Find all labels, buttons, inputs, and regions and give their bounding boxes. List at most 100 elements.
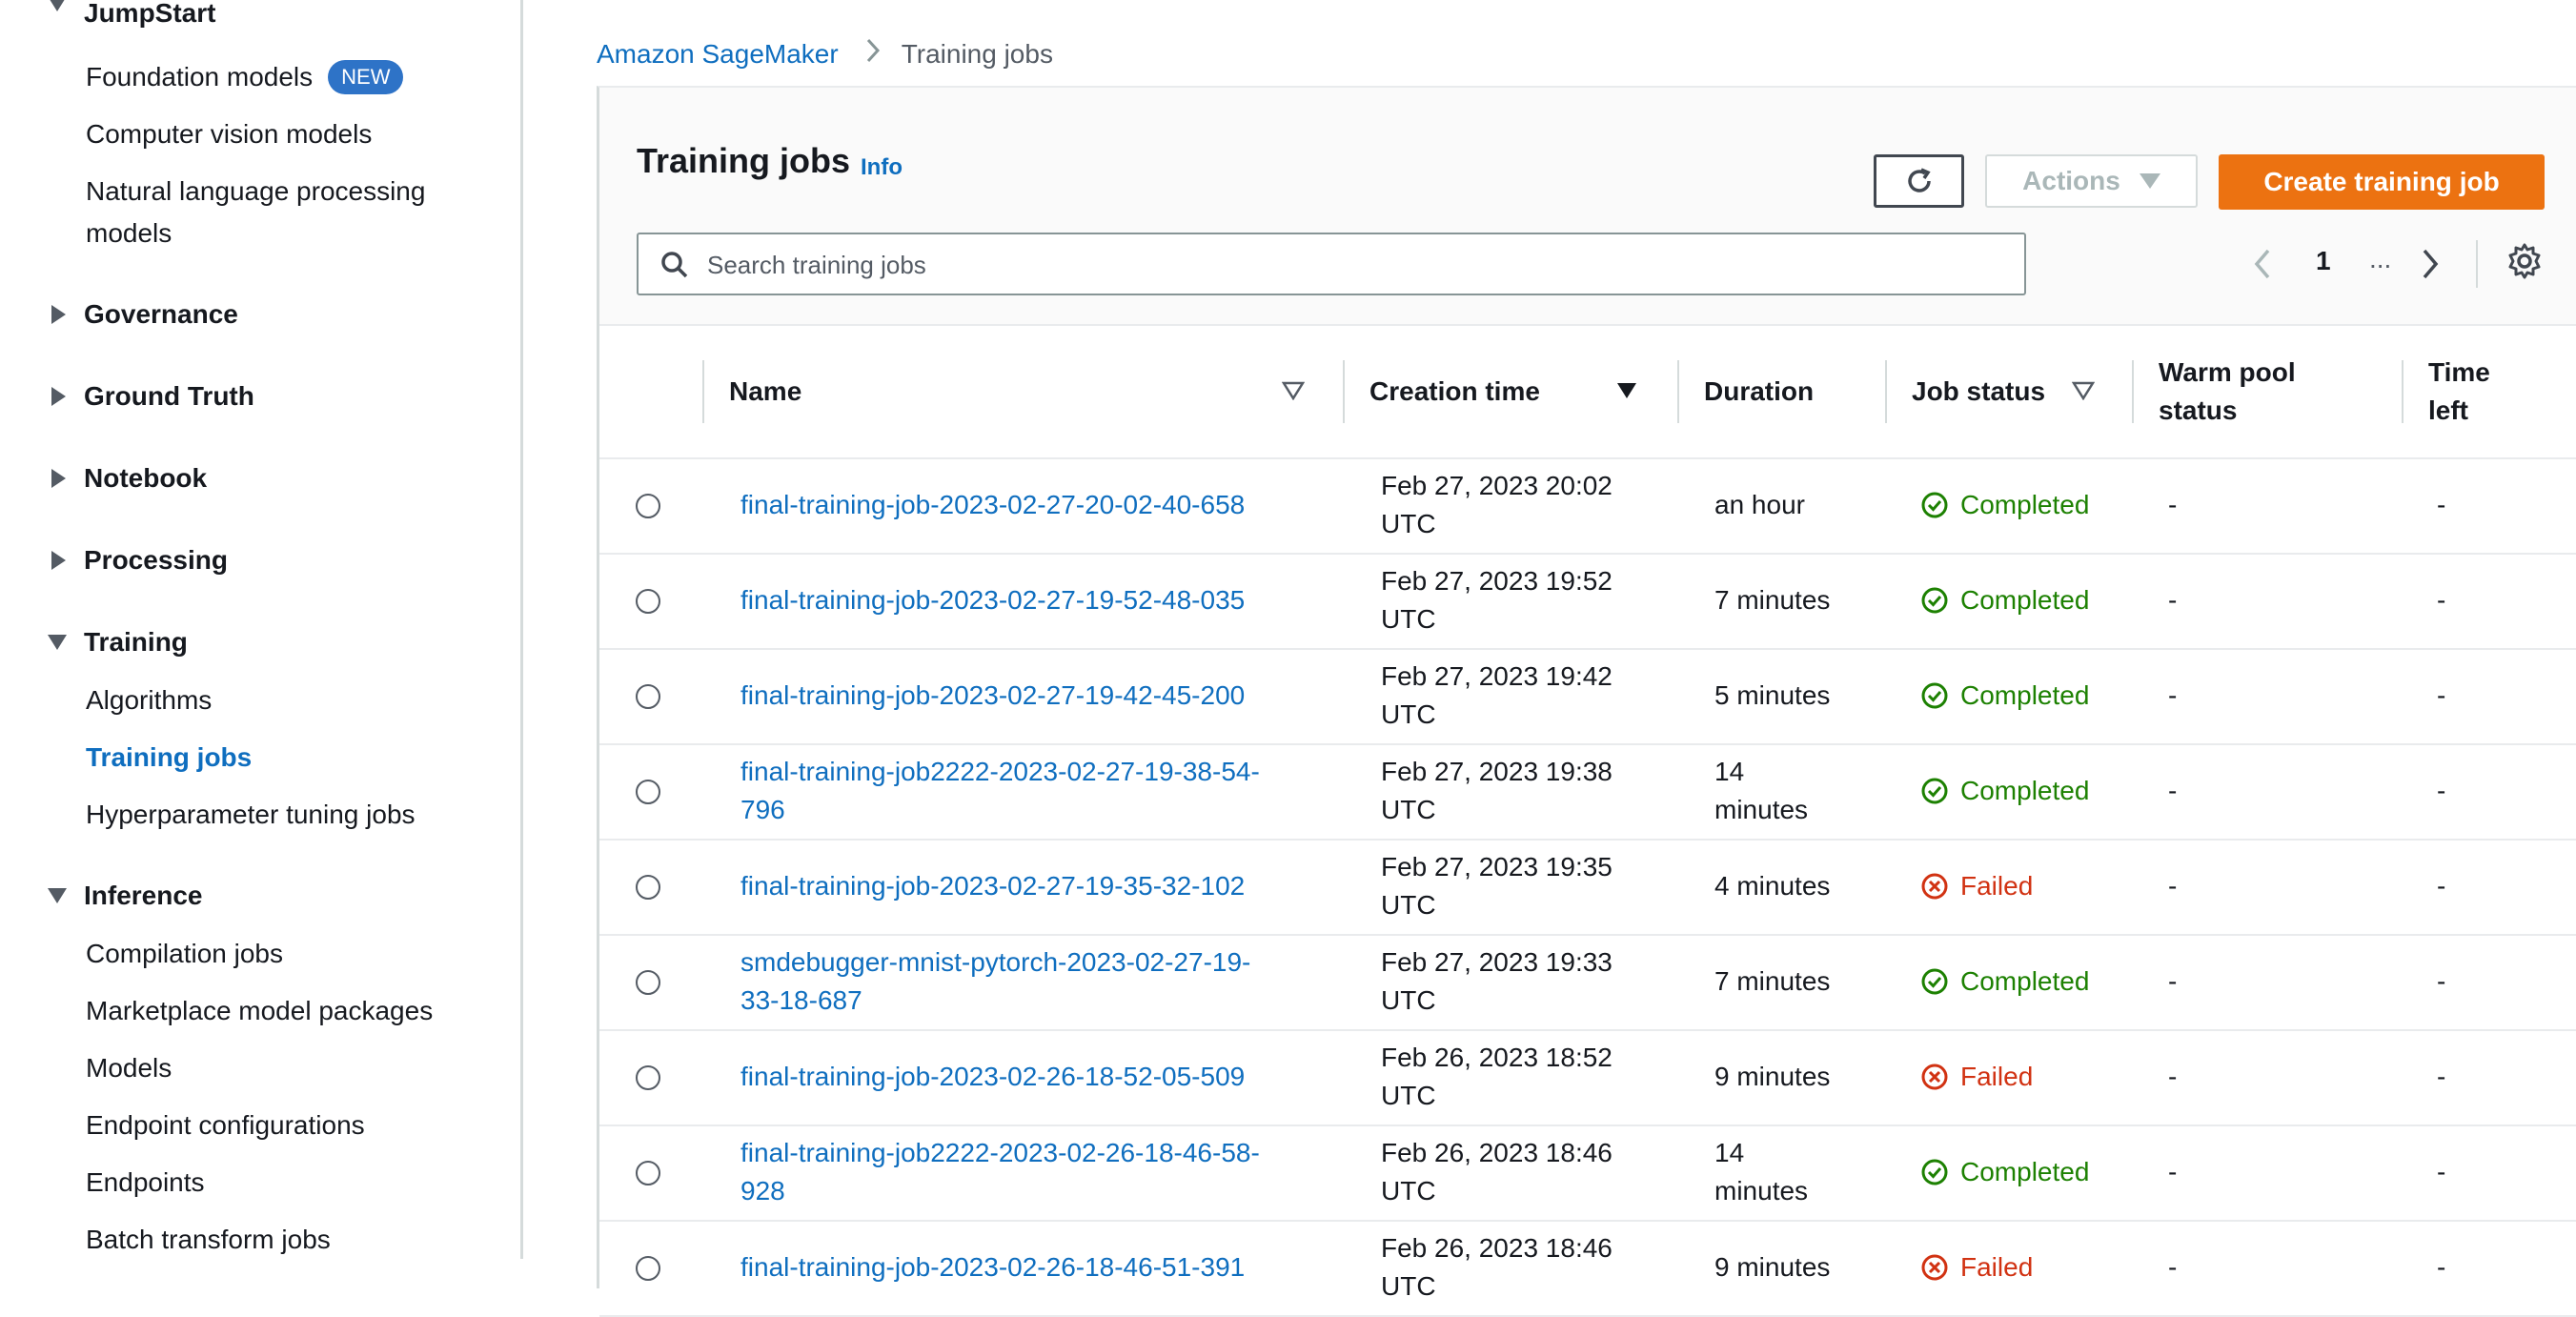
column-header-label: status xyxy=(2159,395,2238,425)
caret-right-icon xyxy=(51,551,66,570)
job-name-link[interactable]: final-training-job2222-2023-02-26-18-46-… xyxy=(740,1134,1260,1172)
creation-time-value: Feb 26, 2023 18:46 xyxy=(1381,1233,1613,1263)
search-box[interactable] xyxy=(637,233,2026,295)
job-name-link[interactable]: final-training-job-2023-02-26-18-52-05-5… xyxy=(740,1058,1245,1096)
sort-icon[interactable] xyxy=(2072,381,2095,400)
row-select-radio[interactable] xyxy=(636,875,660,900)
breadcrumb-link-sagemaker[interactable]: Amazon SageMaker xyxy=(597,39,839,70)
column-header-name[interactable]: Name xyxy=(706,326,983,457)
column-header-time-left[interactable]: Time left xyxy=(2405,326,2576,457)
chevron-right-icon xyxy=(865,38,881,70)
row-select-radio[interactable] xyxy=(636,970,660,995)
chevron-left-icon[interactable] xyxy=(2253,248,2272,280)
sidebar-item-models[interactable]: Models xyxy=(86,1048,172,1088)
job-name-link[interactable]: smdebugger-mnist-pytorch-2023-02-27-19- xyxy=(740,943,1250,982)
job-name-link-continued[interactable]: 796 xyxy=(740,791,785,829)
job-name-link[interactable]: final-training-job-2023-02-27-20-02-40-6… xyxy=(740,486,1245,524)
job-name-link-continued[interactable]: 33-18-687 xyxy=(740,982,862,1020)
sort-icon[interactable] xyxy=(1282,381,1305,400)
table-row[interactable]: final-training-job-2023-02-27-19-35-32-1… xyxy=(599,839,2576,936)
chevron-right-icon[interactable] xyxy=(2421,248,2440,280)
row-select-radio[interactable] xyxy=(636,1256,660,1281)
creation-time-zone: UTC xyxy=(1381,890,1436,920)
page-number[interactable]: 1 xyxy=(2316,246,2331,276)
sidebar-item-marketplace-model-packages[interactable]: Marketplace model packages xyxy=(86,991,433,1031)
creation-time-cell: Feb 27, 2023 19:35 UTC xyxy=(1381,839,1667,934)
status-badge: Failed xyxy=(1920,1248,2033,1287)
column-header-label: Warm pool xyxy=(2159,357,2296,387)
column-header-creation-time[interactable]: Creation time xyxy=(1347,326,1633,457)
duration-cell: 9 minutes xyxy=(1714,1029,1876,1125)
creation-time-zone: UTC xyxy=(1381,1081,1436,1110)
sidebar-item-compilation-jobs[interactable]: Compilation jobs xyxy=(86,934,283,974)
warm-pool-status-cell: - xyxy=(2168,1252,2178,1282)
creation-time-cell: Feb 26, 2023 18:46 UTC xyxy=(1381,1125,1667,1220)
actions-dropdown-button[interactable]: Actions xyxy=(1985,154,2198,208)
job-name-link[interactable]: final-training-job-2023-02-27-19-35-32-1… xyxy=(740,867,1245,905)
row-select-radio[interactable] xyxy=(636,780,660,804)
creation-time-cell: Feb 27, 2023 19:38 UTC xyxy=(1381,743,1667,839)
refresh-button[interactable] xyxy=(1874,154,1964,208)
caret-down-icon xyxy=(48,635,67,650)
duration-value: 5 minutes xyxy=(1714,680,1831,710)
row-select-radio[interactable] xyxy=(636,1161,660,1185)
table-row[interactable]: final-training-job-2023-02-26-18-52-05-5… xyxy=(599,1029,2576,1126)
sidebar-item-training-jobs[interactable]: Training jobs xyxy=(86,738,252,778)
column-header-warm-pool-status[interactable]: Warm pool status xyxy=(2136,326,2403,457)
sidebar-item-endpoints[interactable]: Endpoints xyxy=(86,1163,205,1203)
status-label: Failed xyxy=(1960,1252,2034,1282)
job-name-link[interactable]: final-training-job-2023-02-27-19-42-45-2… xyxy=(740,677,1245,715)
table-row[interactable]: final-training-job-2023-02-27-19-42-45-2… xyxy=(599,648,2576,745)
column-header-job-status[interactable]: Job status xyxy=(1889,326,2079,457)
sort-descending-icon[interactable] xyxy=(1615,381,1638,400)
table-row[interactable]: final-training-job-2023-02-27-19-52-48-0… xyxy=(599,553,2576,650)
sidebar-item-computer-vision-models[interactable]: Computer vision models xyxy=(86,114,372,154)
sidebar-item-hyperparameter-tuning-jobs[interactable]: Hyperparameter tuning jobs xyxy=(86,795,416,835)
table-row[interactable]: final-training-job-2023-02-27-20-02-40-6… xyxy=(599,457,2576,555)
row-select-radio[interactable] xyxy=(636,684,660,709)
time-left-cell: - xyxy=(2437,490,2446,519)
duration-value: 4 minutes xyxy=(1714,871,1831,901)
creation-time-value: Feb 27, 2023 19:33 xyxy=(1381,947,1613,977)
sidebar-item-batch-transform-jobs[interactable]: Batch transform jobs xyxy=(86,1220,331,1259)
panel-header: Training jobs Info Actions Create traini… xyxy=(599,88,2576,326)
search-input[interactable] xyxy=(705,244,2005,286)
time-left-cell: - xyxy=(2437,680,2446,710)
sidebar-item-nlp-models-line2[interactable]: models xyxy=(86,213,172,253)
job-name-cell: final-training-job2222-2023-02-27-19-38-… xyxy=(740,743,1350,839)
column-divider xyxy=(702,360,704,423)
table-row[interactable]: final-training-job-2023-02-26-18-46-51-3… xyxy=(599,1220,2576,1317)
row-select-radio[interactable] xyxy=(636,1065,660,1090)
creation-time-value: Feb 27, 2023 19:38 xyxy=(1381,757,1613,786)
warm-pool-status-cell: - xyxy=(2168,490,2178,519)
row-select-radio[interactable] xyxy=(636,589,660,614)
job-name-link[interactable]: final-training-job-2023-02-26-18-46-51-3… xyxy=(740,1248,1245,1287)
time-left-cell: - xyxy=(2437,966,2446,996)
column-header-duration[interactable]: Duration xyxy=(1681,326,1881,457)
table-row[interactable]: final-training-job2222-2023-02-26-18-46-… xyxy=(599,1125,2576,1222)
sidebar-item-algorithms[interactable]: Algorithms xyxy=(86,680,212,720)
creation-time-zone: UTC xyxy=(1381,1271,1436,1301)
create-training-job-button[interactable]: Create training job xyxy=(2219,154,2545,210)
row-select-radio[interactable] xyxy=(636,494,660,518)
gear-icon[interactable] xyxy=(2505,242,2544,280)
job-name-link[interactable]: final-training-job2222-2023-02-27-19-38-… xyxy=(740,753,1260,791)
table-row[interactable]: smdebugger-mnist-pytorch-2023-02-27-19- 3… xyxy=(599,934,2576,1031)
sidebar-section-label: JumpStart xyxy=(84,0,216,28)
time-left-cell: - xyxy=(2437,871,2446,901)
sidebar-item-foundation-models[interactable]: Foundation models NEW xyxy=(86,57,404,97)
search-icon xyxy=(661,252,688,278)
job-name-cell: smdebugger-mnist-pytorch-2023-02-27-19- 3… xyxy=(740,934,1350,1029)
table-row[interactable]: final-training-job2222-2023-02-27-19-38-… xyxy=(599,743,2576,841)
job-name-link[interactable]: final-training-job-2023-02-27-19-52-48-0… xyxy=(740,581,1245,619)
duration-cell: 7 minutes xyxy=(1714,553,1876,648)
job-name-link-continued[interactable]: 928 xyxy=(740,1172,785,1210)
job-name-cell: final-training-job-2023-02-27-19-52-48-0… xyxy=(740,553,1350,648)
caret-down-icon xyxy=(48,0,67,11)
sidebar-item-endpoint-configurations[interactable]: Endpoint configurations xyxy=(86,1105,365,1145)
job-name-cell: final-training-job-2023-02-27-19-35-32-1… xyxy=(740,839,1350,934)
sidebar-item-nlp-models[interactable]: Natural language processing xyxy=(86,172,425,212)
column-header-label: Job status xyxy=(1912,376,2046,406)
info-link[interactable]: Info xyxy=(861,154,903,181)
duration-value: 9 minutes xyxy=(1714,1062,1831,1091)
